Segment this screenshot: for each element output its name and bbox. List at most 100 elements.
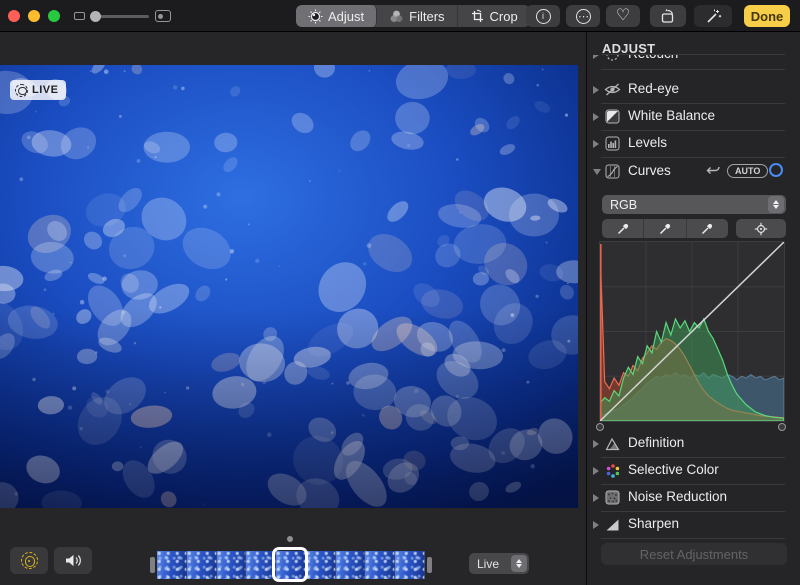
disclosure-icon — [593, 494, 599, 502]
sidebar-item-label: Sharpen — [628, 516, 679, 531]
disclosure-icon — [593, 86, 599, 94]
trim-handle-left[interactable] — [150, 557, 155, 573]
sidebar-item-selective-color[interactable]: Selective Color — [587, 457, 800, 484]
white-point-eyedropper-button[interactable] — [687, 219, 728, 238]
photo-small-icon — [74, 12, 85, 20]
curves-channel-select[interactable]: RGB — [602, 195, 786, 214]
disclosure-icon — [593, 467, 599, 475]
chevron-up-down-icon — [768, 196, 784, 213]
sidebar-item-label: Selective Color — [628, 462, 719, 477]
filmstrip-frame[interactable] — [306, 551, 336, 579]
auto-enhance-button[interactable] — [694, 5, 732, 27]
curves-histogram-svg — [600, 242, 784, 421]
close-window-button[interactable] — [8, 10, 20, 22]
add-point-button[interactable] — [736, 219, 786, 238]
eye-slash-icon — [604, 81, 621, 98]
triangle-filled-icon — [604, 516, 621, 533]
sidebar-item-noise-reduction[interactable]: Noise Reduction — [587, 484, 800, 511]
tab-crop-label: Crop — [490, 9, 518, 24]
tab-adjust-label: Adjust — [328, 9, 364, 24]
live-photo-badge: LIVE — [10, 80, 66, 100]
gray-point-eyedropper-button[interactable] — [644, 219, 686, 238]
live-photo-toggle-button[interactable] — [10, 547, 48, 574]
filmstrip-frame[interactable] — [157, 551, 187, 579]
sidebar-item-label: Definition — [628, 435, 684, 450]
tab-adjust[interactable]: Adjust — [296, 5, 377, 27]
sidebar-item-levels[interactable]: Levels — [587, 130, 800, 157]
sidebar-item-curves[interactable]: Curves AUTO — [587, 158, 800, 185]
eyedropper-icon — [700, 222, 714, 236]
filmstrip-frame[interactable] — [395, 551, 425, 579]
filmstrip-frame[interactable] — [217, 551, 247, 579]
live-mode-select[interactable]: Live — [469, 553, 529, 574]
photos-app-window: Adjust Filters Crop i — [0, 0, 800, 585]
filmstrip-frame[interactable] — [187, 551, 217, 579]
auto-button[interactable]: AUTO — [727, 164, 768, 178]
speaker-icon — [64, 552, 83, 569]
undo-arrow-icon[interactable] — [705, 164, 721, 179]
filmstrip-frame[interactable] — [336, 551, 366, 579]
disclosure-icon — [593, 521, 599, 529]
sidebar-item-white-balance[interactable]: White Balance — [587, 103, 800, 130]
audio-toggle-button[interactable] — [54, 547, 92, 574]
curves-histogram[interactable] — [599, 241, 785, 422]
sidebar-item-label: Noise Reduction — [628, 489, 727, 504]
triangle-outline-icon — [604, 435, 621, 452]
rotate-button[interactable] — [650, 5, 686, 27]
half-square-icon — [604, 108, 621, 125]
eyedropper-button-group — [602, 219, 728, 238]
heart-outline-icon: ♡ — [616, 8, 630, 24]
dial-icon — [308, 9, 323, 24]
done-button[interactable]: Done — [744, 5, 790, 27]
key-frame-selector[interactable] — [272, 547, 308, 582]
live-badge-label: LIVE — [32, 84, 58, 96]
minimize-window-button[interactable] — [28, 10, 40, 22]
sidebar-item-label: Curves — [628, 163, 671, 178]
color-dots-icon — [604, 462, 621, 479]
info-circle-icon: i — [536, 9, 551, 24]
sidebar-item-label: White Balance — [628, 108, 715, 123]
tab-crop[interactable]: Crop — [458, 5, 530, 27]
ellipsis-circle-icon: ⋯ — [576, 9, 591, 24]
zoom-slider-knob[interactable] — [90, 11, 101, 22]
live-mode-value: Live — [469, 557, 511, 571]
histogram-icon — [604, 135, 621, 152]
sidebar-item-retouch-clipped[interactable]: Retouch — [587, 55, 800, 68]
sidebar-item-sharpen[interactable]: Sharpen — [587, 511, 800, 538]
zoom-window-button[interactable] — [48, 10, 60, 22]
disclosure-icon — [593, 113, 599, 121]
retouch-icon — [604, 55, 621, 63]
favorite-button[interactable]: ♡ — [606, 5, 640, 27]
curves-channel-value: RGB — [602, 198, 768, 212]
crosshair-icon — [754, 222, 768, 236]
black-point-eyedropper-button[interactable] — [602, 219, 644, 238]
disclosure-icon — [593, 169, 601, 175]
sidebar-item-red-eye[interactable]: Red-eye — [587, 76, 800, 103]
info-button[interactable]: i — [526, 5, 560, 27]
sidebar-item-label: Retouch — [628, 55, 678, 61]
reset-adjustments-button[interactable]: Reset Adjustments — [601, 543, 787, 565]
more-options-button[interactable]: ⋯ — [566, 5, 600, 27]
tab-filters[interactable]: Filters — [377, 5, 457, 27]
curves-grid-icon — [604, 163, 621, 180]
chevron-up-down-icon — [511, 555, 527, 572]
live-photo-icon — [21, 552, 38, 569]
disclosure-icon — [593, 55, 599, 59]
tab-filters-label: Filters — [409, 9, 444, 24]
zoom-slider-track[interactable] — [91, 15, 149, 18]
trim-handle-right[interactable] — [427, 557, 432, 573]
photo-large-icon — [155, 10, 171, 22]
adjustment-enabled-toggle[interactable] — [769, 163, 783, 177]
sidebar-item-label: Levels — [628, 135, 667, 150]
disclosure-icon — [593, 440, 599, 448]
toolbar: Adjust Filters Crop i — [0, 0, 800, 32]
crop-rotate-icon — [470, 9, 485, 24]
photo-canvas[interactable] — [0, 65, 578, 508]
sidebar-item-label: Red-eye — [628, 81, 679, 96]
magic-wand-icon — [705, 8, 722, 25]
eyedropper-icon — [658, 222, 672, 236]
filmstrip-frame[interactable] — [365, 551, 395, 579]
disclosure-icon — [593, 140, 599, 148]
key-frame-dot — [287, 536, 293, 542]
sidebar-item-definition[interactable]: Definition — [587, 430, 800, 457]
